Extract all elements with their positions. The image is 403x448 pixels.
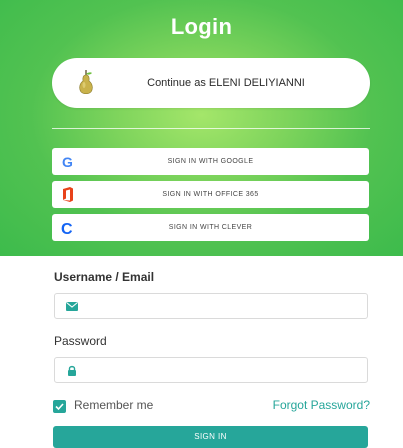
lock-icon <box>68 365 76 376</box>
password-field[interactable] <box>54 357 368 383</box>
remember-me-label: Remember me <box>74 398 154 412</box>
envelope-icon <box>66 302 78 311</box>
checkmark-icon <box>55 403 64 411</box>
username-label: Username / Email <box>54 270 155 284</box>
password-input[interactable] <box>85 361 359 381</box>
sign-in-office365-label: SIGN IN WITH OFFICE 365 <box>162 191 259 198</box>
sign-in-google-label: SIGN IN WITH GOOGLE <box>167 158 254 165</box>
sign-in-button[interactable]: SIGN IN <box>53 426 368 448</box>
sign-in-clever-label: SIGN IN WITH CLEVER <box>168 224 253 231</box>
password-label: Password <box>54 334 107 348</box>
sign-in-google-button[interactable]: G SIGN IN WITH GOOGLE <box>52 148 369 175</box>
continue-as-user-button[interactable]: Continue as ELENI DELIYIANNI <box>52 58 370 108</box>
username-field[interactable] <box>54 293 368 319</box>
continue-as-user-label: Continue as ELENI DELIYIANNI <box>147 77 305 89</box>
remember-me-checkbox[interactable] <box>53 400 66 413</box>
username-input[interactable] <box>85 297 359 317</box>
forgot-password-link[interactable]: Forgot Password? <box>273 398 370 412</box>
sign-in-clever-button[interactable]: C SIGN IN WITH CLEVER <box>52 214 369 241</box>
page-title: Login <box>170 14 233 39</box>
sign-in-office365-button[interactable]: SIGN IN WITH OFFICE 365 <box>52 181 369 208</box>
login-header-panel: Login Continue as ELENI DELIYIANNI G SIG… <box>0 0 403 256</box>
divider <box>52 128 370 129</box>
